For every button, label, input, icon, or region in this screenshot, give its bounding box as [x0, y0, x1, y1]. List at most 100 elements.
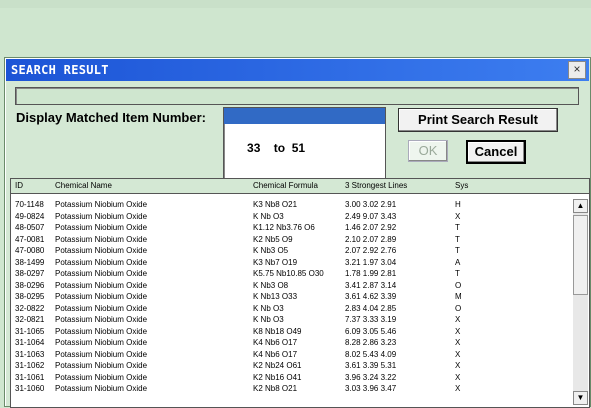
print-search-result-button[interactable]: Print Search Result	[398, 108, 558, 132]
cell-strongest-lines: 6.09 3.05 5.46	[345, 326, 397, 336]
cell-strongest-lines: 3.41 2.87 3.14	[345, 280, 397, 290]
cell-chemical-formula: K4 Nb6 O17	[253, 349, 298, 359]
table-row[interactable]: 70-1148 Potassium Niobium Oxide K3 Nb8 O21…	[11, 199, 571, 211]
header-sys: Sys	[455, 181, 469, 190]
cell-strongest-lines: 7.37 3.33 3.19	[345, 315, 397, 324]
table-row[interactable]: 38-0295 Potassium Niobium Oxide K Nb13 O33…	[11, 291, 571, 303]
close-button[interactable]: ×	[568, 61, 586, 79]
table-header: ID Chemical Name Chemical Formula 3 Stro…	[11, 179, 589, 194]
cell-sys: M	[455, 292, 462, 301]
cell-id: 32-0821	[15, 315, 45, 324]
table-row[interactable]: 49-0824 Potassium Niobium Oxide K Nb O3 2.4…	[11, 211, 571, 223]
cell-strongest-lines: 3.03 3.96 3.47	[345, 384, 397, 393]
cell-chemical-name: Potassium Niobium Oxide	[55, 211, 148, 221]
cell-id: 38-1499	[15, 257, 45, 267]
cell-chemical-formula: K1.12 Nb3.76 O6	[253, 223, 315, 232]
display-matched-label: Display Matched Item Number:	[16, 110, 206, 125]
cell-id: 31-1061	[15, 372, 45, 382]
cell-sys: X	[455, 211, 461, 221]
range-item[interactable]: 1 to 32	[224, 108, 385, 139]
scroll-thumb[interactable]	[573, 215, 588, 295]
cell-strongest-lines: 8.28 2.86 3.23	[345, 338, 397, 347]
table-row[interactable]: 31-1063 Potassium Niobium Oxide K4 Nb6 O17…	[11, 349, 571, 361]
table-row[interactable]: 31-1065 Potassium Niobium Oxide K8 Nb18 O4…	[11, 326, 571, 338]
cell-id: 70-1148	[15, 200, 44, 209]
scroll-up-icon[interactable]: ▲	[573, 199, 588, 213]
table-row[interactable]: 32-0821 Potassium Niobium Oxide K Nb O3 7.3…	[11, 314, 571, 326]
cell-chemical-name: Potassium Niobium Oxide	[55, 246, 148, 255]
cell-chemical-name: Potassium Niobium Oxide	[55, 280, 148, 290]
cell-id: 32-0822	[15, 303, 45, 313]
cell-sys: O	[455, 280, 462, 290]
cancel-button[interactable]: Cancel	[466, 140, 526, 164]
cell-id: 31-1062	[15, 361, 45, 370]
cell-id: 38-0295	[15, 292, 45, 301]
vertical-scrollbar[interactable]: ▲ ▼	[573, 199, 588, 405]
cell-id: 31-1060	[15, 384, 45, 393]
cell-strongest-lines: 2.10 2.07 2.89	[345, 234, 397, 244]
dialog-title: SEARCH RESULT	[11, 63, 109, 77]
table-row[interactable]: 38-0296 Potassium Niobium Oxide K Nb3 O8 3.…	[11, 280, 571, 292]
cell-id: 47-0081	[15, 234, 45, 244]
cell-chemical-name: Potassium Niobium Oxide	[55, 257, 148, 267]
cell-chemical-formula: K Nb O3	[253, 211, 284, 221]
header-strongest-lines: 3 Strongest Lines	[345, 181, 408, 190]
cell-strongest-lines: 2.07 2.92 2.76	[345, 246, 397, 255]
cell-sys: X	[455, 338, 461, 347]
cell-strongest-lines: 2.49 9.07 3.43	[345, 211, 397, 221]
header-chemical-name: Chemical Name	[55, 181, 112, 190]
cell-sys: X	[455, 315, 461, 324]
table-row[interactable]: 31-1060 Potassium Niobium Oxide K2 Nb8 O21…	[11, 383, 571, 395]
scroll-down-icon[interactable]: ▼	[573, 391, 588, 405]
cell-chemical-formula: K2 Nb8 O21	[253, 384, 298, 393]
cell-strongest-lines: 3.21 1.97 3.04	[345, 257, 397, 267]
table-rows: 70-1148 Potassium Niobium Oxide K3 Nb8 O21…	[11, 199, 571, 395]
cell-id: 38-0296	[15, 280, 45, 290]
table-row[interactable]: 48-0507 Potassium Niobium Oxide K1.12 Nb3.…	[11, 222, 571, 234]
cell-chemical-formula: K Nb13 O33	[253, 292, 298, 301]
cell-chemical-name: Potassium Niobium Oxide	[55, 234, 148, 244]
table-row[interactable]: 47-0081 Potassium Niobium Oxide K2 Nb5 O9 2…	[11, 234, 571, 246]
cell-strongest-lines: 2.83 4.04 2.85	[345, 303, 397, 313]
cell-strongest-lines: 3.61 4.62 3.39	[345, 292, 397, 301]
cell-sys: A	[455, 257, 461, 267]
cell-chemical-name: Potassium Niobium Oxide	[55, 292, 148, 301]
table-row[interactable]: 31-1064 Potassium Niobium Oxide K4 Nb6 O17…	[11, 337, 571, 349]
cell-chemical-name: Potassium Niobium Oxide	[55, 223, 148, 232]
ok-button[interactable]: OK	[408, 140, 448, 162]
cell-strongest-lines: 3.96 3.24 3.22	[345, 372, 397, 382]
table-row[interactable]: 38-1499 Potassium Niobium Oxide K3 Nb7 O19…	[11, 257, 571, 269]
cell-chemical-formula: K2 Nb5 O9	[253, 234, 293, 244]
table-row[interactable]: 31-1061 Potassium Niobium Oxide K2 Nb16 O4…	[11, 372, 571, 384]
table-row[interactable]: 47-0080 Potassium Niobium Oxide K Nb3 O5 2.…	[11, 245, 571, 257]
cell-chemical-formula: K Nb O3	[253, 315, 284, 324]
cell-chemical-formula: K3 Nb7 O19	[253, 257, 298, 267]
cell-chemical-name: Potassium Niobium Oxide	[55, 303, 148, 313]
table-row[interactable]: 32-0822 Potassium Niobium Oxide K Nb O3 2.8…	[11, 303, 571, 315]
header-id: ID	[15, 181, 23, 190]
cell-chemical-name: Potassium Niobium Oxide	[55, 315, 148, 324]
cell-sys: O	[455, 303, 462, 313]
search-result-dialog: SEARCH RESULT × Display Matched Item Num…	[4, 57, 591, 408]
cell-chemical-formula: K4 Nb6 O17	[253, 338, 298, 347]
close-icon: ×	[573, 62, 581, 76]
cell-id: 38-0297	[15, 269, 45, 278]
cell-strongest-lines: 3.00 3.02 2.91	[345, 200, 397, 209]
cell-chemical-name: Potassium Niobium Oxide	[55, 200, 148, 209]
cell-id: 47-0080	[15, 246, 45, 255]
cell-sys: T	[455, 269, 460, 278]
table-row[interactable]: 31-1062 Potassium Niobium Oxide K2 Nb24 O6…	[11, 360, 571, 372]
cell-chemical-formula: K2 Nb24 O61	[253, 361, 302, 370]
cell-chemical-formula: K Nb3 O5	[253, 246, 289, 255]
cell-chemical-formula: K3 Nb8 O21	[253, 200, 298, 209]
cell-strongest-lines: 3.61 3.39 5.31	[345, 361, 397, 370]
header-chemical-formula: Chemical Formula	[253, 181, 318, 190]
cell-chemical-name: Potassium Niobium Oxide	[55, 338, 148, 347]
table-row[interactable]: 38-0297 Potassium Niobium Oxide K5.75 Nb10…	[11, 268, 571, 280]
cell-sys: T	[455, 234, 460, 244]
cell-chemical-name: Potassium Niobium Oxide	[55, 269, 148, 278]
cell-sys: X	[455, 384, 461, 393]
cell-chemical-formula: K Nb O3	[253, 303, 284, 313]
title-bar: SEARCH RESULT ×	[6, 59, 589, 81]
results-table: ID Chemical Name Chemical Formula 3 Stro…	[10, 178, 590, 408]
